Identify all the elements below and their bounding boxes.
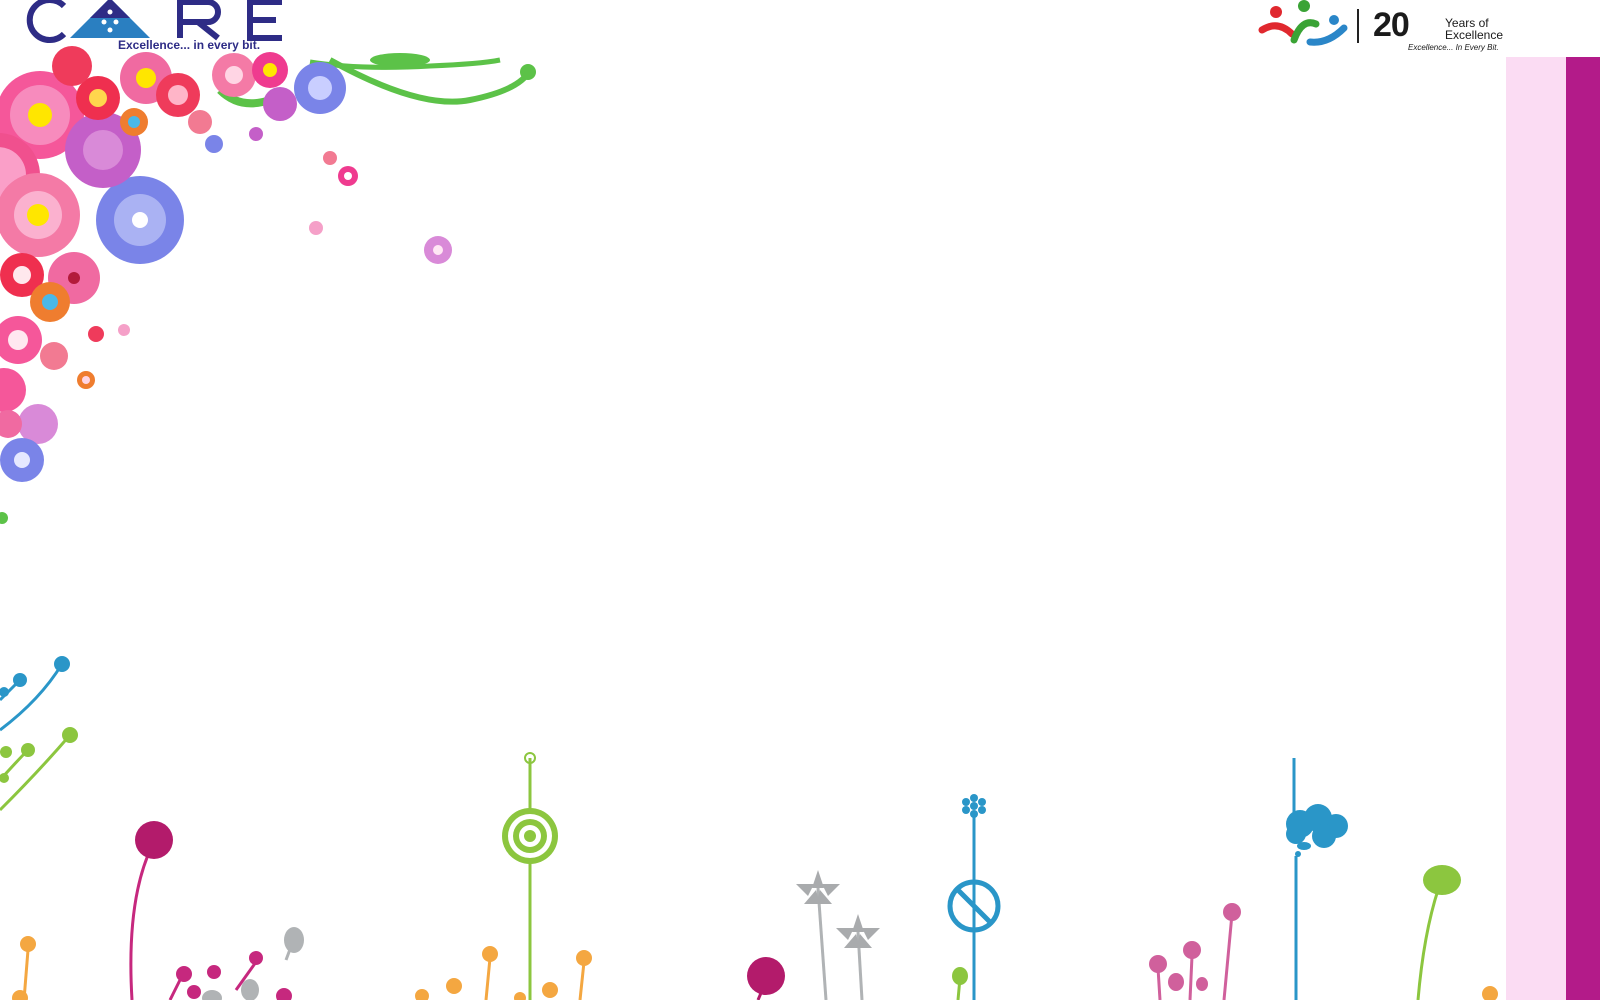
cloud-icon [1286, 804, 1348, 857]
bud-icon [276, 988, 292, 1000]
lollipop-flower-icon [1423, 865, 1461, 895]
bud-icon [176, 966, 192, 982]
bud-icon [1482, 986, 1498, 1000]
side-band-dark [1566, 57, 1600, 1000]
lollipop-flower-icon [135, 821, 173, 859]
bud-icon [0, 687, 9, 697]
bud-icon [952, 967, 968, 985]
bud-icon [1149, 955, 1167, 973]
bud-icon [21, 743, 35, 757]
sprig-left-icon [0, 663, 72, 812]
bud-icon [0, 773, 9, 783]
bud-icon [187, 985, 201, 999]
bud-icon [446, 978, 462, 994]
bud-icon [0, 746, 12, 758]
lollipop-flower-icon [747, 957, 785, 995]
bud-icon [202, 990, 222, 1000]
bud-icon [1168, 973, 1184, 991]
bud-icon [284, 927, 304, 953]
pinwheel-icon [836, 914, 880, 948]
bud-icon [207, 965, 221, 979]
side-band-light [1506, 57, 1566, 1000]
bud-icon [576, 950, 592, 966]
bud-icon [415, 989, 429, 1000]
bud-icon [62, 727, 78, 743]
bud-icon [1183, 941, 1201, 959]
bud-icon [241, 979, 259, 1000]
bud-icon [542, 982, 558, 998]
bud-icon [514, 992, 526, 1000]
target-flower-icon [502, 808, 558, 864]
pinwheel-icon [796, 870, 840, 904]
bud-icon [54, 656, 70, 672]
bud-icon [1196, 977, 1208, 991]
snowflake-flower-icon [962, 794, 986, 818]
bud-icon [1223, 903, 1241, 921]
garden-decoration [0, 656, 1498, 1000]
bud-icon [20, 936, 36, 952]
bud-icon [13, 673, 27, 687]
bud-icon [482, 946, 498, 962]
